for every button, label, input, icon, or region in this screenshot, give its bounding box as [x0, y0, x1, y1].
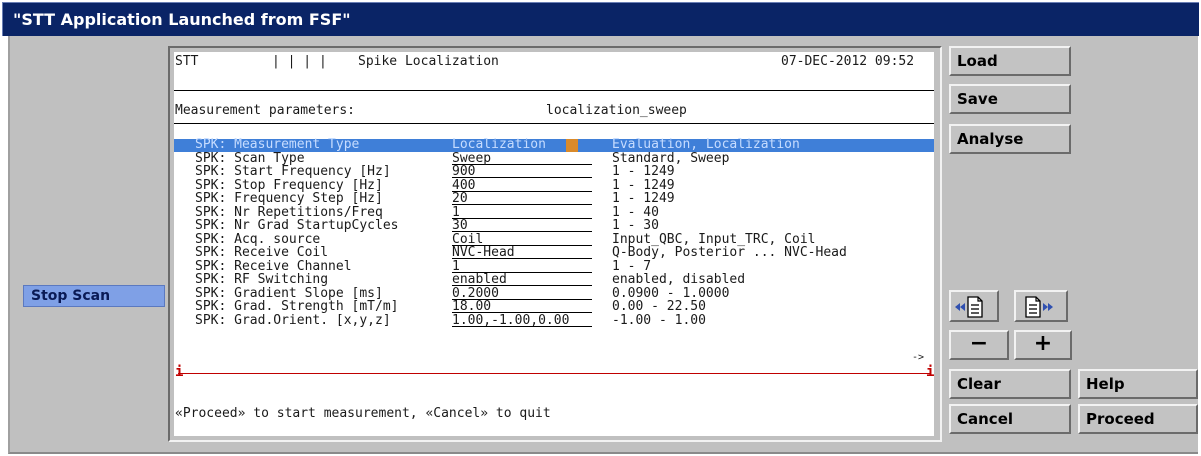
scroll-marker-left: i [175, 364, 184, 380]
minus-button[interactable]: − [949, 330, 1009, 360]
parameter-screen: STT | | | | Spike Localization 07-DEC-20… [174, 52, 934, 436]
help-button[interactable]: Help [1078, 369, 1198, 399]
measurement-label: Measurement parameters: [175, 103, 356, 118]
parameter-value-field[interactable]: 1 [452, 259, 592, 273]
stop-scan-button[interactable]: Stop Scan [23, 285, 165, 307]
parameter-panel: STT | | | | Spike Localization 07-DEC-20… [168, 46, 942, 442]
header-datetime: 07-DEC-2012 09:52 [781, 54, 915, 69]
parameter-range: -1.00 - 1.00 [612, 312, 706, 328]
parameter-value-field[interactable]: 400 [452, 178, 592, 192]
clear-button[interactable]: Clear [949, 369, 1071, 399]
window-title-bar: "STT Application Launched from FSF" [2, 2, 1199, 36]
save-button[interactable]: Save [949, 84, 1071, 114]
parameter-row[interactable]: SPK: Grad.Orient. [x,y,z] 1.00,-1.00,0.00… [174, 312, 934, 328]
parameter-value-field[interactable]: enabled [452, 273, 592, 287]
parameter-name: SPK: Frequency Step [Hz] [195, 191, 383, 206]
parameter-value-field[interactable]: 0.2000 [452, 286, 592, 300]
parameter-name: SPK: Nr Grad StartupCycles [195, 218, 399, 233]
parameter-name: SPK: Grad. Strength [mT/m] [195, 299, 399, 314]
parameter-range: Q-Body, Posterior ... NVC-Head [612, 245, 847, 260]
scroll-marker-right: i [926, 364, 935, 380]
parameter-range: enabled, disabled [612, 272, 746, 287]
parameter-range: Evaluation, Localization [612, 137, 800, 152]
parameter-range: 1 - 30 [612, 218, 659, 233]
parameter-value-field[interactable]: NVC-Head [452, 246, 592, 260]
parameter-name: SPK: Measurement Type [195, 137, 360, 152]
status-prompt: «Proceed» to start measurement, «Cancel»… [175, 406, 551, 421]
parameter-value-field[interactable]: 1 [452, 205, 592, 219]
app-window: Stop Scan STT | | | | Spike Localization… [8, 36, 1198, 454]
params-divider [174, 123, 934, 124]
parameter-value-field[interactable]: 20 [452, 192, 592, 206]
parameter-range: 1 - 1249 [612, 164, 675, 179]
scroll-arrow[interactable]: -> [912, 352, 924, 363]
page-previous-icon [955, 296, 983, 318]
parameter-range: 0.00 - 22.50 [612, 299, 706, 314]
load-button[interactable]: Load [949, 46, 1071, 76]
parameter-range: 1 - 1249 [612, 191, 675, 206]
app-name: STT [175, 54, 199, 69]
parameter-value-field[interactable]: 30 [452, 219, 592, 233]
cancel-button[interactable]: Cancel [949, 404, 1071, 434]
header-divider [174, 90, 934, 91]
measurement-name: localization_sweep [546, 103, 687, 118]
next-page-button[interactable] [1014, 290, 1068, 322]
scroll-track [178, 373, 931, 374]
screen-title: Spike Localization [358, 54, 499, 69]
plus-button[interactable]: + [1014, 330, 1072, 360]
page-next-icon [1025, 296, 1053, 318]
proceed-button[interactable]: Proceed [1078, 404, 1198, 434]
analyse-button[interactable]: Analyse [949, 124, 1071, 154]
parameter-name: SPK: Receive Coil [195, 245, 329, 260]
parameter-value-field[interactable]: 900 [452, 165, 592, 179]
parameter-value-field[interactable]: Coil [452, 232, 592, 246]
text-cursor [566, 139, 578, 152]
parameter-name: SPK: Start Frequency [Hz] [195, 164, 391, 179]
parameter-name: SPK: RF Switching [195, 272, 329, 287]
previous-page-button[interactable] [949, 290, 999, 322]
parameter-value-field[interactable]: Sweep [452, 151, 592, 165]
parameter-value-field[interactable]: 1.00,-1.00,0.00 [452, 313, 592, 327]
parameter-value-field[interactable]: 18.00 [452, 300, 592, 314]
parameter-name: SPK: Grad.Orient. [x,y,z] [195, 312, 391, 328]
header-separators: | | | | [272, 54, 327, 69]
window-title: "STT Application Launched from FSF" [13, 10, 351, 29]
